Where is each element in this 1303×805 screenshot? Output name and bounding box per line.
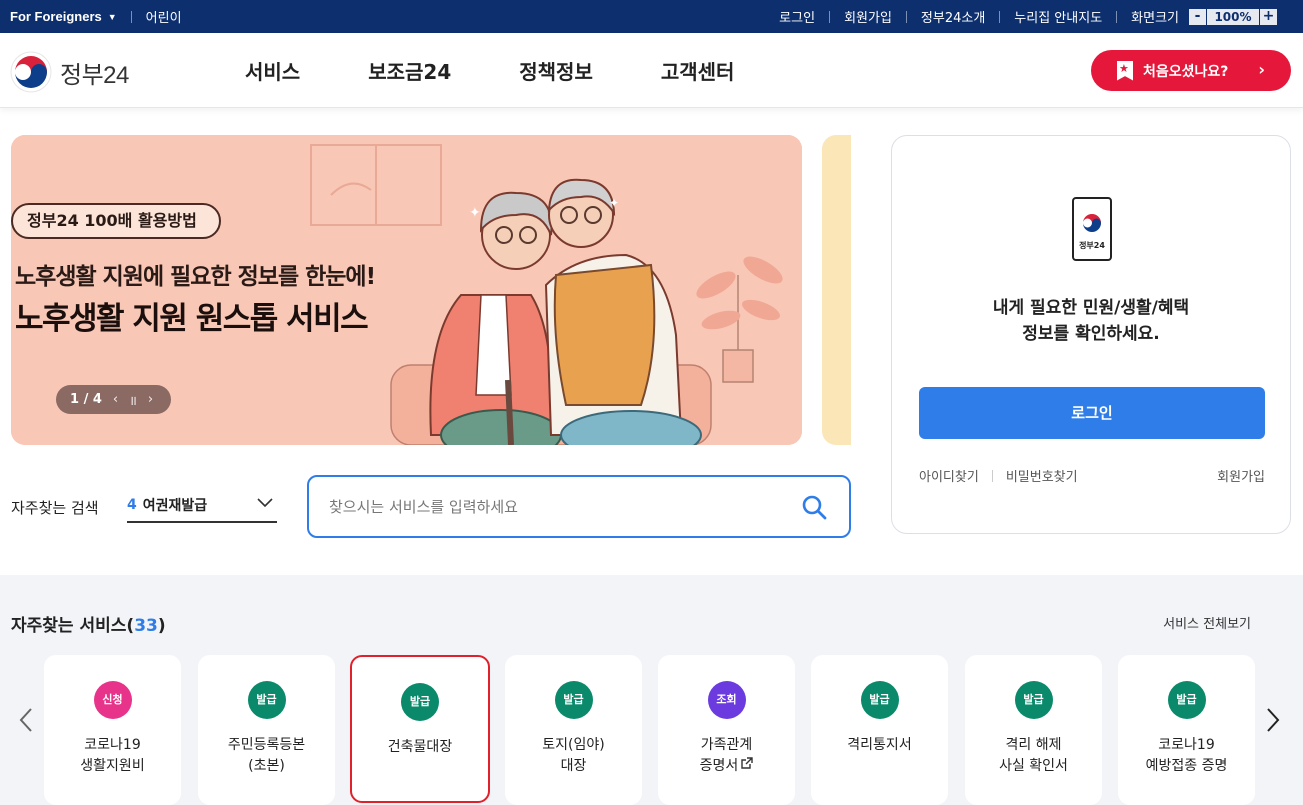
bookmark-star-icon xyxy=(1117,60,1133,81)
service-name: 코로나19 예방접종 증명 xyxy=(1145,737,1228,774)
service-tag: 발급 xyxy=(554,681,593,719)
service-tag: 발급 xyxy=(247,681,286,719)
external-link-icon xyxy=(741,757,754,769)
service-name: 격리 해제 사실 확인서 xyxy=(999,737,1068,774)
zoom-in-button[interactable]: + xyxy=(1260,8,1277,25)
login-message-line2: 정보를 확인하세요. xyxy=(1022,324,1160,344)
logo[interactable]: 정부24 xyxy=(10,51,129,93)
taegeuk-logo-icon xyxy=(10,51,52,93)
service-tag: 발급 xyxy=(401,683,439,721)
service-search-input[interactable] xyxy=(329,495,769,519)
zoom-label: 화면크기 xyxy=(1131,11,1179,26)
svg-text:✦: ✦ xyxy=(469,205,481,221)
chevron-left-icon[interactable] xyxy=(18,707,34,733)
top-signup-link[interactable]: 회원가입 xyxy=(844,7,892,26)
services-title-text: 자주찾는 서비스 xyxy=(11,616,127,636)
mobile-phone-icon: 정부24 xyxy=(1072,197,1112,261)
service-tag: 발급 xyxy=(1167,681,1206,719)
services-count: 33 xyxy=(134,616,158,636)
kids-link[interactable]: 어린이 xyxy=(146,7,182,26)
frequent-services-section: 자주찾는 서비스(33) 서비스 전체보기 신청 코로나19 생활지원비 발급 주… xyxy=(0,575,1303,805)
service-card[interactable]: 발급 토지(임야) 대장 xyxy=(505,655,642,805)
taegeuk-emblem-icon xyxy=(1083,214,1101,232)
sitemap-link[interactable]: 누리집 안내지도 xyxy=(1014,7,1102,26)
banner-title: 노후생활 지원 원스톱 서비스 xyxy=(15,301,369,337)
login-button[interactable]: 로그인 xyxy=(919,387,1265,439)
service-name: 주민등록등본 (초본) xyxy=(227,737,306,774)
service-tag: 신청 xyxy=(93,681,132,719)
main-banner[interactable]: ✦ ✦ 정부24 100배 활용방법 노후생활 지원에 필요한 정보를 한눈에!… xyxy=(11,135,802,445)
zoom-control: - 100% + xyxy=(1189,8,1277,25)
service-card[interactable]: 발급 건축물대장 xyxy=(350,655,490,803)
first-visit-label: 처음오셨나요? xyxy=(1143,63,1229,80)
chevron-right-icon[interactable] xyxy=(1265,707,1281,733)
for-foreigners-label: For Foreigners xyxy=(10,9,102,24)
utility-bar: For Foreigners ▼ 어린이 로그인 회원가입 정부24소개 누리집… xyxy=(0,0,1303,33)
find-password-link[interactable]: 비밀번호찾기 xyxy=(1006,466,1078,485)
service-card[interactable]: 발급 격리 해제 사실 확인서 xyxy=(965,655,1102,805)
banner-pager: 1 / 4 ‹ ॥ › xyxy=(56,385,171,414)
service-tag: 조회 xyxy=(707,681,746,719)
service-card[interactable]: 발급 격리통지서 xyxy=(811,655,948,805)
find-id-link[interactable]: 아이디찾기 xyxy=(919,466,979,485)
login-links: 아이디찾기 비밀번호찾기 회원가입 xyxy=(919,466,1265,485)
chevron-right-icon: › xyxy=(1258,60,1265,79)
service-card[interactable]: 발급 주민등록등본 (초본) xyxy=(198,655,335,805)
chevron-left-icon[interactable]: ‹ xyxy=(113,392,118,407)
join-link[interactable]: 회원가입 xyxy=(1217,466,1265,485)
zoom-value: 100% xyxy=(1206,8,1260,25)
service-tag: 발급 xyxy=(1014,681,1053,719)
about-link[interactable]: 정부24소개 xyxy=(921,7,985,26)
login-message: 내게 필요한 민원/생활/혜택 정보를 확인하세요. xyxy=(892,295,1290,347)
login-panel: 정부24 내게 필요한 민원/생활/혜택 정보를 확인하세요. 로그인 아이디찾… xyxy=(891,135,1291,534)
for-foreigners-dropdown[interactable]: For Foreigners ▼ xyxy=(10,9,117,24)
frequent-search-select[interactable]: 4 여권재발급 xyxy=(127,488,277,523)
banner-subtitle: 노후생활 지원에 필요한 정보를 한눈에! xyxy=(15,264,376,290)
service-card[interactable]: 발급 코로나19 예방접종 증명 xyxy=(1118,655,1255,805)
next-banner-peek[interactable] xyxy=(822,135,851,445)
chevron-right-icon[interactable]: › xyxy=(148,392,153,407)
services-count-close: ) xyxy=(157,616,166,636)
nav-subsidy[interactable]: 보조금24 xyxy=(368,56,451,85)
svg-text:✦: ✦ xyxy=(609,196,619,210)
main-nav: 서비스 보조금24 정책정보 고객센터 xyxy=(245,33,802,108)
view-all-services-link[interactable]: 서비스 전체보기 xyxy=(1163,613,1251,632)
service-name: 코로나19 생활지원비 xyxy=(80,737,145,774)
frequent-search-rank: 4 xyxy=(127,496,137,513)
services-title: 자주찾는 서비스(33) xyxy=(11,611,166,636)
logo-text: 정부24 xyxy=(60,61,129,89)
first-visit-button[interactable]: 처음오셨나요? › xyxy=(1091,50,1291,91)
service-name: 토지(임야) 대장 xyxy=(542,737,605,774)
top-login-link[interactable]: 로그인 xyxy=(779,7,815,26)
nav-services[interactable]: 서비스 xyxy=(245,56,300,85)
banner-pill: 정부24 100배 활용방법 xyxy=(11,203,221,239)
service-name: 가족관계 증명서 xyxy=(699,737,754,774)
zoom-out-button[interactable]: - xyxy=(1189,8,1206,25)
pause-icon[interactable]: ॥ xyxy=(129,391,137,409)
service-card[interactable]: 조회 가족관계 증명서 xyxy=(658,655,795,805)
banner-page-indicator: 1 / 4 xyxy=(70,392,102,407)
search-icon[interactable] xyxy=(801,494,827,520)
chevron-down-icon xyxy=(257,498,273,508)
frequent-search-value: 여권재발급 xyxy=(142,497,208,514)
login-message-line1: 내게 필요한 민원/생활/혜택 xyxy=(992,298,1190,318)
service-card[interactable]: 신청 코로나19 생활지원비 xyxy=(44,655,181,805)
service-name: 격리통지서 xyxy=(847,737,912,753)
nav-policy[interactable]: 정책정보 xyxy=(519,56,593,85)
frequent-search-label: 자주찾는 검색 xyxy=(11,499,99,517)
site-header: 정부24 서비스 보조금24 정책정보 고객센터 처음오셨나요? › xyxy=(0,33,1303,108)
nav-support[interactable]: 고객센터 xyxy=(661,56,735,85)
service-tag: 발급 xyxy=(860,681,899,719)
caret-down-icon: ▼ xyxy=(107,11,117,22)
service-name: 건축물대장 xyxy=(387,739,453,755)
device-caption: 정부24 xyxy=(1079,241,1105,250)
service-search-box xyxy=(307,475,851,538)
